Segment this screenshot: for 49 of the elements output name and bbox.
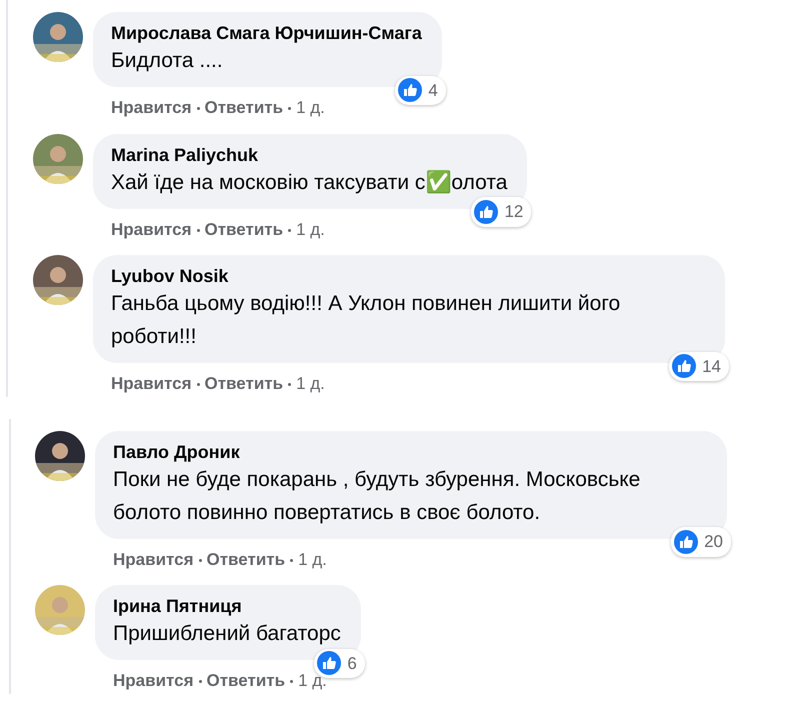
separator-dot	[290, 558, 294, 562]
author-name[interactable]: Ірина Пятниця	[113, 595, 341, 617]
separator-dot	[288, 228, 292, 232]
comment-time[interactable]: 1 д.	[298, 550, 327, 568]
like-link[interactable]: Нравится	[111, 374, 192, 393]
reply-link[interactable]: Ответить	[206, 550, 286, 568]
like-icon	[317, 651, 342, 676]
reaction-badge[interactable]: 4	[395, 76, 446, 105]
separator-dot	[290, 680, 294, 684]
reply-link[interactable]: Ответить	[206, 671, 286, 690]
separator-dot	[196, 107, 200, 110]
like-icon	[474, 200, 498, 224]
comment-time[interactable]: 1 д.	[296, 374, 325, 393]
reaction-badge[interactable]: 14	[669, 352, 729, 381]
author-name[interactable]: Павло Дроник	[113, 440, 707, 462]
like-link[interactable]: Нравится	[113, 671, 194, 690]
comment-text: Ганьба цьому водію!!! А Уклон повинен лишити його роботи!!!	[111, 291, 622, 350]
like-link[interactable]: Нравится	[111, 220, 192, 238]
reply-link[interactable]: Ответить	[204, 98, 284, 117]
separator-dot	[198, 558, 202, 562]
separator-dot	[196, 228, 200, 232]
comment-text: Хай їде на московію таксувати с✅олота	[111, 169, 508, 196]
reaction-count: 14	[702, 356, 721, 378]
like-icon	[674, 530, 698, 554]
reaction-badge[interactable]: 20	[671, 527, 731, 556]
comment-time[interactable]: 1 д.	[296, 98, 325, 117]
author-name[interactable]: Lyubov Nosik	[111, 265, 705, 287]
like-link[interactable]: Нравится	[111, 98, 192, 117]
separator-dot	[198, 680, 202, 684]
reaction-count: 6	[347, 652, 357, 674]
reaction-count: 4	[428, 80, 438, 102]
like-icon	[398, 78, 422, 102]
comment-text: Пришиблений багаторс	[113, 621, 341, 647]
like-link[interactable]: Нравится	[113, 550, 194, 568]
reaction-badge[interactable]: 12	[471, 197, 532, 226]
separator-dot	[288, 107, 292, 110]
separator-dot	[288, 383, 292, 386]
reaction-count: 12	[504, 201, 524, 223]
comment-time[interactable]: 1 д.	[296, 220, 325, 238]
like-icon	[672, 354, 696, 378]
comment-text: Бидлота ....	[111, 48, 224, 74]
reply-link[interactable]: Ответить	[204, 220, 284, 238]
author-name[interactable]: Мирослава Смага Юрчишин-Смага	[111, 22, 422, 44]
reaction-badge[interactable]: 6	[314, 648, 365, 678]
separator-dot	[196, 383, 200, 386]
reaction-count: 20	[704, 531, 723, 553]
reply-link[interactable]: Ответить	[204, 374, 284, 393]
author-name[interactable]: Marina Paliychuk	[111, 144, 508, 166]
comment-text: Поки не буде покарань , будуть збурення. Московське болото повинно повертатись в своє болото.	[113, 466, 642, 526]
